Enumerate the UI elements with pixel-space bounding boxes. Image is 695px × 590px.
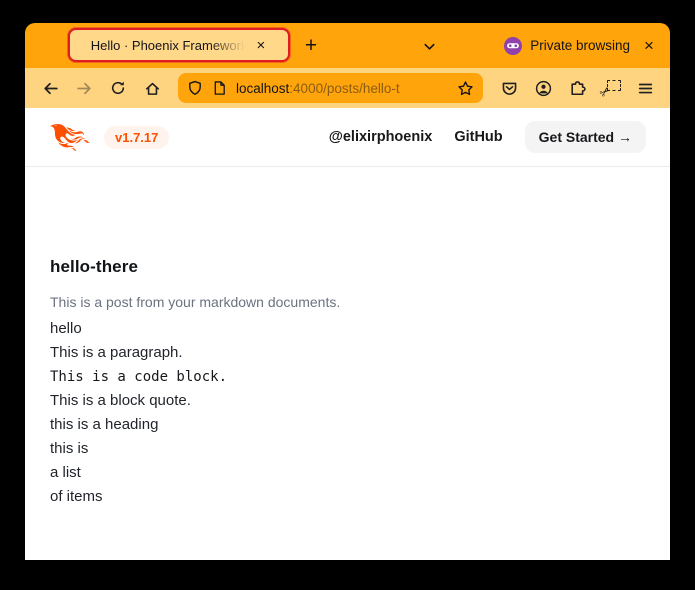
navigation-toolbar: localhost:4000/posts/hello-t (25, 68, 670, 108)
pocket-icon (501, 80, 518, 97)
browser-window: Hello · Phoenix Framework × + Private br… (25, 23, 670, 560)
extensions-button[interactable] (560, 73, 594, 103)
shield-icon[interactable] (187, 80, 203, 96)
url-bar[interactable]: localhost:4000/posts/hello-t (178, 73, 483, 103)
account-button[interactable] (526, 73, 560, 103)
post-subtitle: This is a post from your markdown docume… (50, 292, 645, 312)
post-line: this is a heading (50, 413, 645, 437)
plus-icon: + (305, 34, 317, 58)
post-line: of items (50, 485, 645, 509)
github-link[interactable]: GitHub (454, 129, 502, 145)
private-browsing-indicator: Private browsing (504, 23, 630, 68)
url-input[interactable]: localhost:4000/posts/hello-t (236, 81, 448, 96)
reload-icon (110, 80, 126, 96)
get-started-button[interactable]: Get Started → (525, 121, 646, 153)
reload-button[interactable] (101, 73, 135, 103)
post-title: hello-there (50, 257, 645, 277)
new-tab-button[interactable]: + (296, 32, 326, 60)
menu-button[interactable] (628, 73, 662, 103)
back-button[interactable] (33, 73, 67, 103)
web-page: v1.7.17 @elixirphoenix GitHub Get Starte… (25, 108, 670, 560)
account-icon (535, 80, 552, 97)
tab-title: Hello · Phoenix Framework (91, 38, 248, 53)
url-path: :4000/posts/hello-t (289, 81, 399, 96)
chevron-down-icon (422, 39, 437, 54)
header-nav: @elixirphoenix GitHub Get Started → (329, 121, 646, 153)
close-icon: × (644, 36, 654, 56)
back-arrow-icon (42, 80, 59, 97)
window-close-button[interactable]: × (635, 32, 663, 60)
private-browsing-label: Private browsing (530, 38, 630, 53)
version-badge: v1.7.17 (104, 126, 169, 149)
tab-hello-phoenix[interactable]: Hello · Phoenix Framework × (68, 28, 290, 62)
post-content: hello-there This is a post from your mar… (25, 167, 670, 509)
post-line: hello (50, 317, 645, 341)
page-info-icon[interactable] (212, 80, 227, 96)
titlebar: Hello · Phoenix Framework × + Private br… (25, 23, 670, 68)
forward-button[interactable] (67, 73, 101, 103)
post-line: This is a paragraph. (50, 341, 645, 365)
post-line: This is a block quote. (50, 389, 645, 413)
phoenix-logo[interactable] (50, 124, 90, 151)
puzzle-piece-icon (569, 80, 586, 97)
hamburger-menu-icon (637, 80, 654, 97)
post-line: a list (50, 461, 645, 485)
tab-close-icon[interactable]: × (255, 37, 268, 54)
list-all-tabs-button[interactable] (414, 32, 444, 60)
post-line: this is (50, 437, 645, 461)
home-icon (144, 80, 161, 97)
twitter-link[interactable]: @elixirphoenix (329, 129, 433, 145)
site-header: v1.7.17 @elixirphoenix GitHub Get Starte… (25, 108, 670, 167)
url-host: localhost (236, 81, 289, 96)
forward-arrow-icon (76, 80, 93, 97)
home-button[interactable] (135, 73, 169, 103)
screenshot-button[interactable]: ✂ (594, 73, 628, 103)
bookmark-star-icon[interactable] (457, 80, 474, 97)
private-mask-icon (504, 37, 522, 55)
screenshot-icon: ✂ (602, 80, 621, 97)
post-code-line: This is a code block. (50, 365, 645, 389)
pocket-button[interactable] (492, 73, 526, 103)
